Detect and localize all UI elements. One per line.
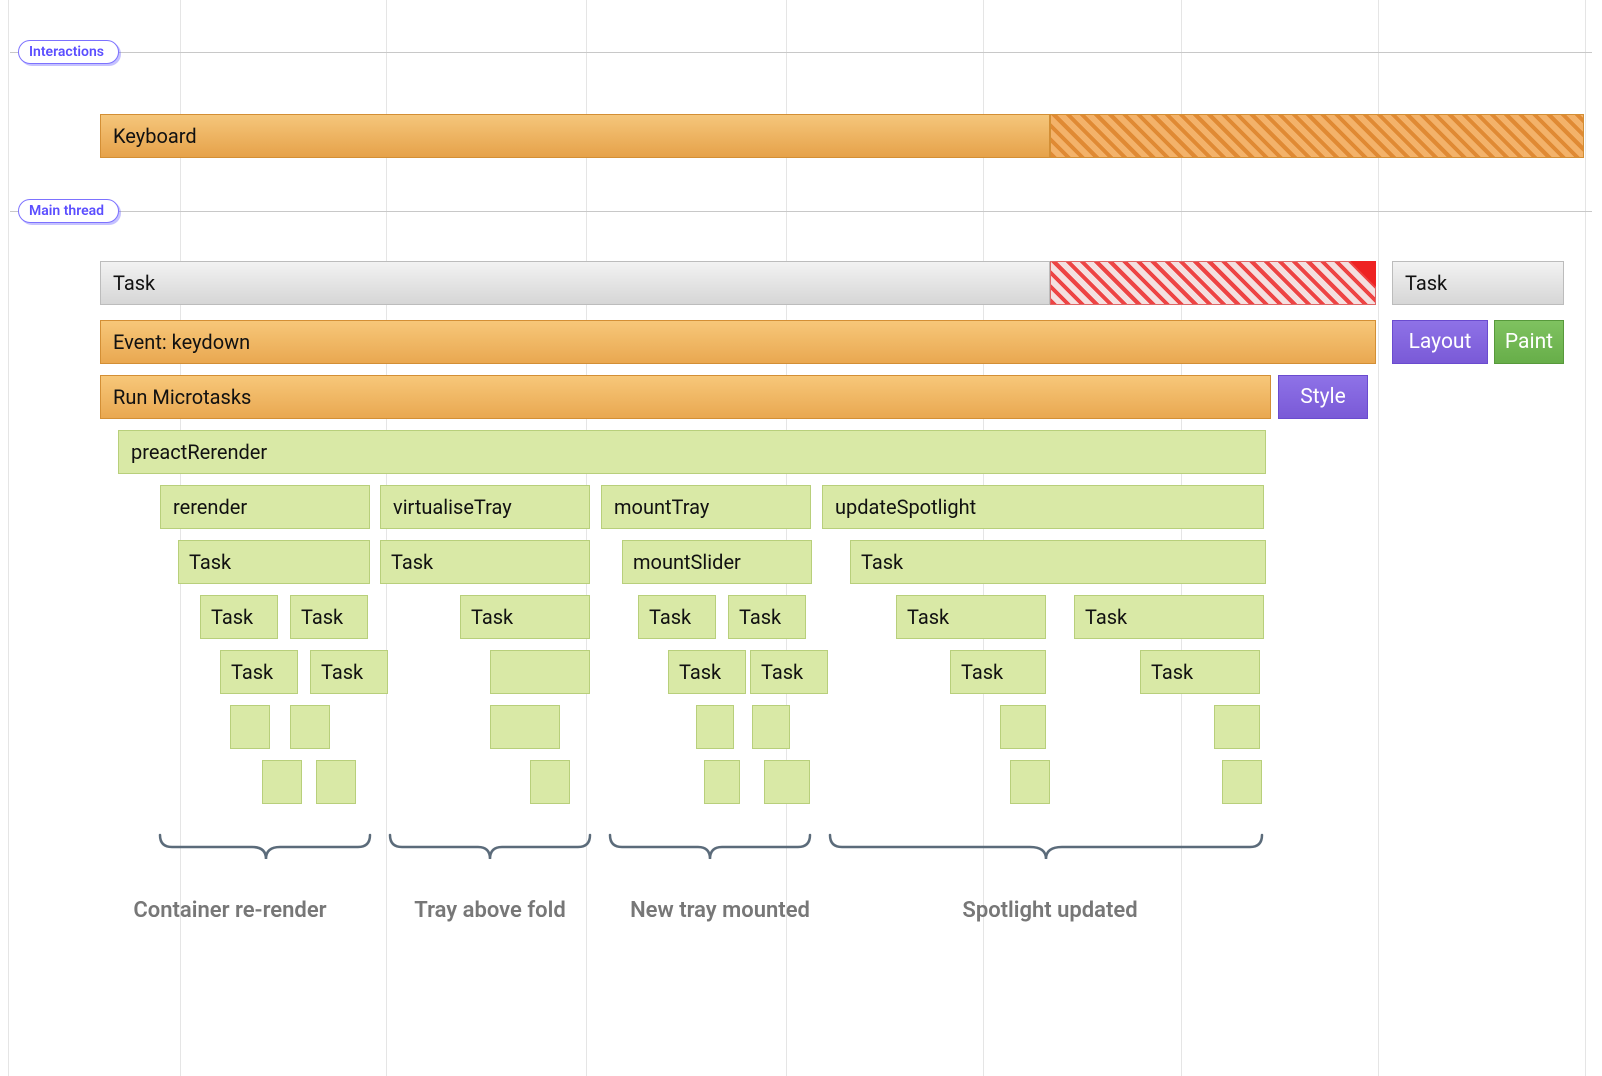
col3-task-c-label: Task	[679, 660, 721, 684]
update-spotlight-bar[interactable]: updateSpotlight	[822, 485, 1264, 529]
col1-block-b[interactable]	[290, 705, 330, 749]
task-bar-1-label: Task	[113, 271, 155, 295]
col1-task-0[interactable]: Task	[178, 540, 370, 584]
task-bar-2-label: Task	[1405, 271, 1447, 295]
col3-task-d-label: Task	[761, 660, 803, 684]
col4-task-c-label: Task	[961, 660, 1003, 684]
task-bar-1[interactable]: Task	[100, 261, 1050, 305]
run-microtasks-bar[interactable]: Run Microtasks	[100, 375, 1271, 419]
interaction-keyboard-bar[interactable]: Keyboard	[100, 114, 1050, 158]
event-keydown-label: Event: keydown	[113, 330, 250, 354]
col3-task-c[interactable]: Task	[668, 650, 746, 694]
annotation-container-rerender: Container re-render	[100, 898, 360, 923]
annotation-new-tray-mounted: New tray mounted	[600, 898, 840, 923]
col4-task-d[interactable]: Task	[1140, 650, 1260, 694]
virtualise-tray-label: virtualiseTray	[393, 495, 512, 519]
mount-tray-label: mountTray	[614, 495, 709, 519]
col1-block-d[interactable]	[316, 760, 356, 804]
col3-block-a[interactable]	[696, 705, 734, 749]
interactions-track-label: Interactions	[18, 40, 119, 64]
col1-task-a-label: Task	[211, 605, 253, 629]
col3-task-b-label: Task	[739, 605, 781, 629]
col4-task-b[interactable]: Task	[1074, 595, 1264, 639]
mount-slider-label: mountSlider	[633, 550, 741, 574]
col3-task-d[interactable]: Task	[750, 650, 828, 694]
update-spotlight-label: updateSpotlight	[835, 495, 976, 519]
col3-block-c[interactable]	[704, 760, 740, 804]
paint-bar[interactable]: Paint	[1494, 320, 1564, 364]
main-thread-rule	[10, 211, 1592, 212]
annotation-tray-above-fold: Tray above fold	[380, 898, 600, 923]
col3-block-d[interactable]	[764, 760, 810, 804]
interaction-keyboard-label: Keyboard	[113, 124, 197, 148]
col1-task-c[interactable]: Task	[220, 650, 298, 694]
col4-block-a[interactable]	[1000, 705, 1046, 749]
col4-block-c[interactable]	[1010, 760, 1050, 804]
col1-task-b-label: Task	[301, 605, 343, 629]
mount-tray-bar[interactable]: mountTray	[601, 485, 811, 529]
layout-bar[interactable]: Layout	[1392, 320, 1488, 364]
col1-task-c-label: Task	[231, 660, 273, 684]
col1-block-a[interactable]	[230, 705, 270, 749]
col1-task-0-label: Task	[189, 550, 231, 574]
interactions-rule	[10, 52, 1592, 53]
col3-block-b[interactable]	[752, 705, 790, 749]
style-bar[interactable]: Style	[1278, 375, 1368, 419]
preact-rerender-bar[interactable]: preactRerender	[118, 430, 1266, 474]
task-bar-1-hatched[interactable]	[1050, 261, 1376, 305]
layout-label: Layout	[1409, 330, 1472, 354]
col2-task-a[interactable]: Task	[460, 595, 590, 639]
col4-block-d[interactable]	[1222, 760, 1262, 804]
col2-block-b[interactable]	[490, 705, 560, 749]
event-keydown-bar[interactable]: Event: keydown	[100, 320, 1376, 364]
col2-task-0-label: Task	[391, 550, 433, 574]
col2-task-0[interactable]: Task	[380, 540, 590, 584]
col1-task-a[interactable]: Task	[200, 595, 278, 639]
col4-task-0[interactable]: Task	[850, 540, 1266, 584]
col4-task-0-label: Task	[861, 550, 903, 574]
col2-task-a-label: Task	[471, 605, 513, 629]
col1-task-b[interactable]: Task	[290, 595, 368, 639]
col3-task-b[interactable]: Task	[728, 595, 806, 639]
virtualise-tray-bar[interactable]: virtualiseTray	[380, 485, 590, 529]
col4-block-b[interactable]	[1214, 705, 1260, 749]
col1-task-d-label: Task	[321, 660, 363, 684]
task-overrun-corner-icon	[1350, 261, 1376, 287]
col4-task-a[interactable]: Task	[896, 595, 1046, 639]
col3-task-a[interactable]: Task	[638, 595, 716, 639]
col3-task-a-label: Task	[649, 605, 691, 629]
mount-slider-bar[interactable]: mountSlider	[622, 540, 812, 584]
rerender-label: rerender	[173, 495, 247, 519]
col4-task-d-label: Task	[1151, 660, 1193, 684]
annotation-spotlight-updated: Spotlight updated	[900, 898, 1200, 923]
paint-label: Paint	[1505, 330, 1553, 354]
interaction-keyboard-hatched[interactable]	[1050, 114, 1584, 158]
col1-task-d[interactable]: Task	[310, 650, 388, 694]
col4-task-a-label: Task	[907, 605, 949, 629]
col4-task-b-label: Task	[1085, 605, 1127, 629]
preact-rerender-label: preactRerender	[131, 440, 267, 464]
task-bar-2[interactable]: Task	[1392, 261, 1564, 305]
col2-block-a[interactable]	[490, 650, 590, 694]
annotation-braces	[0, 835, 1602, 875]
col2-block-c[interactable]	[530, 760, 570, 804]
main-thread-track-label: Main thread	[18, 199, 119, 223]
col1-block-c[interactable]	[262, 760, 302, 804]
col4-task-c[interactable]: Task	[950, 650, 1046, 694]
run-microtasks-label: Run Microtasks	[113, 385, 251, 409]
rerender-bar[interactable]: rerender	[160, 485, 370, 529]
style-label: Style	[1300, 385, 1346, 409]
